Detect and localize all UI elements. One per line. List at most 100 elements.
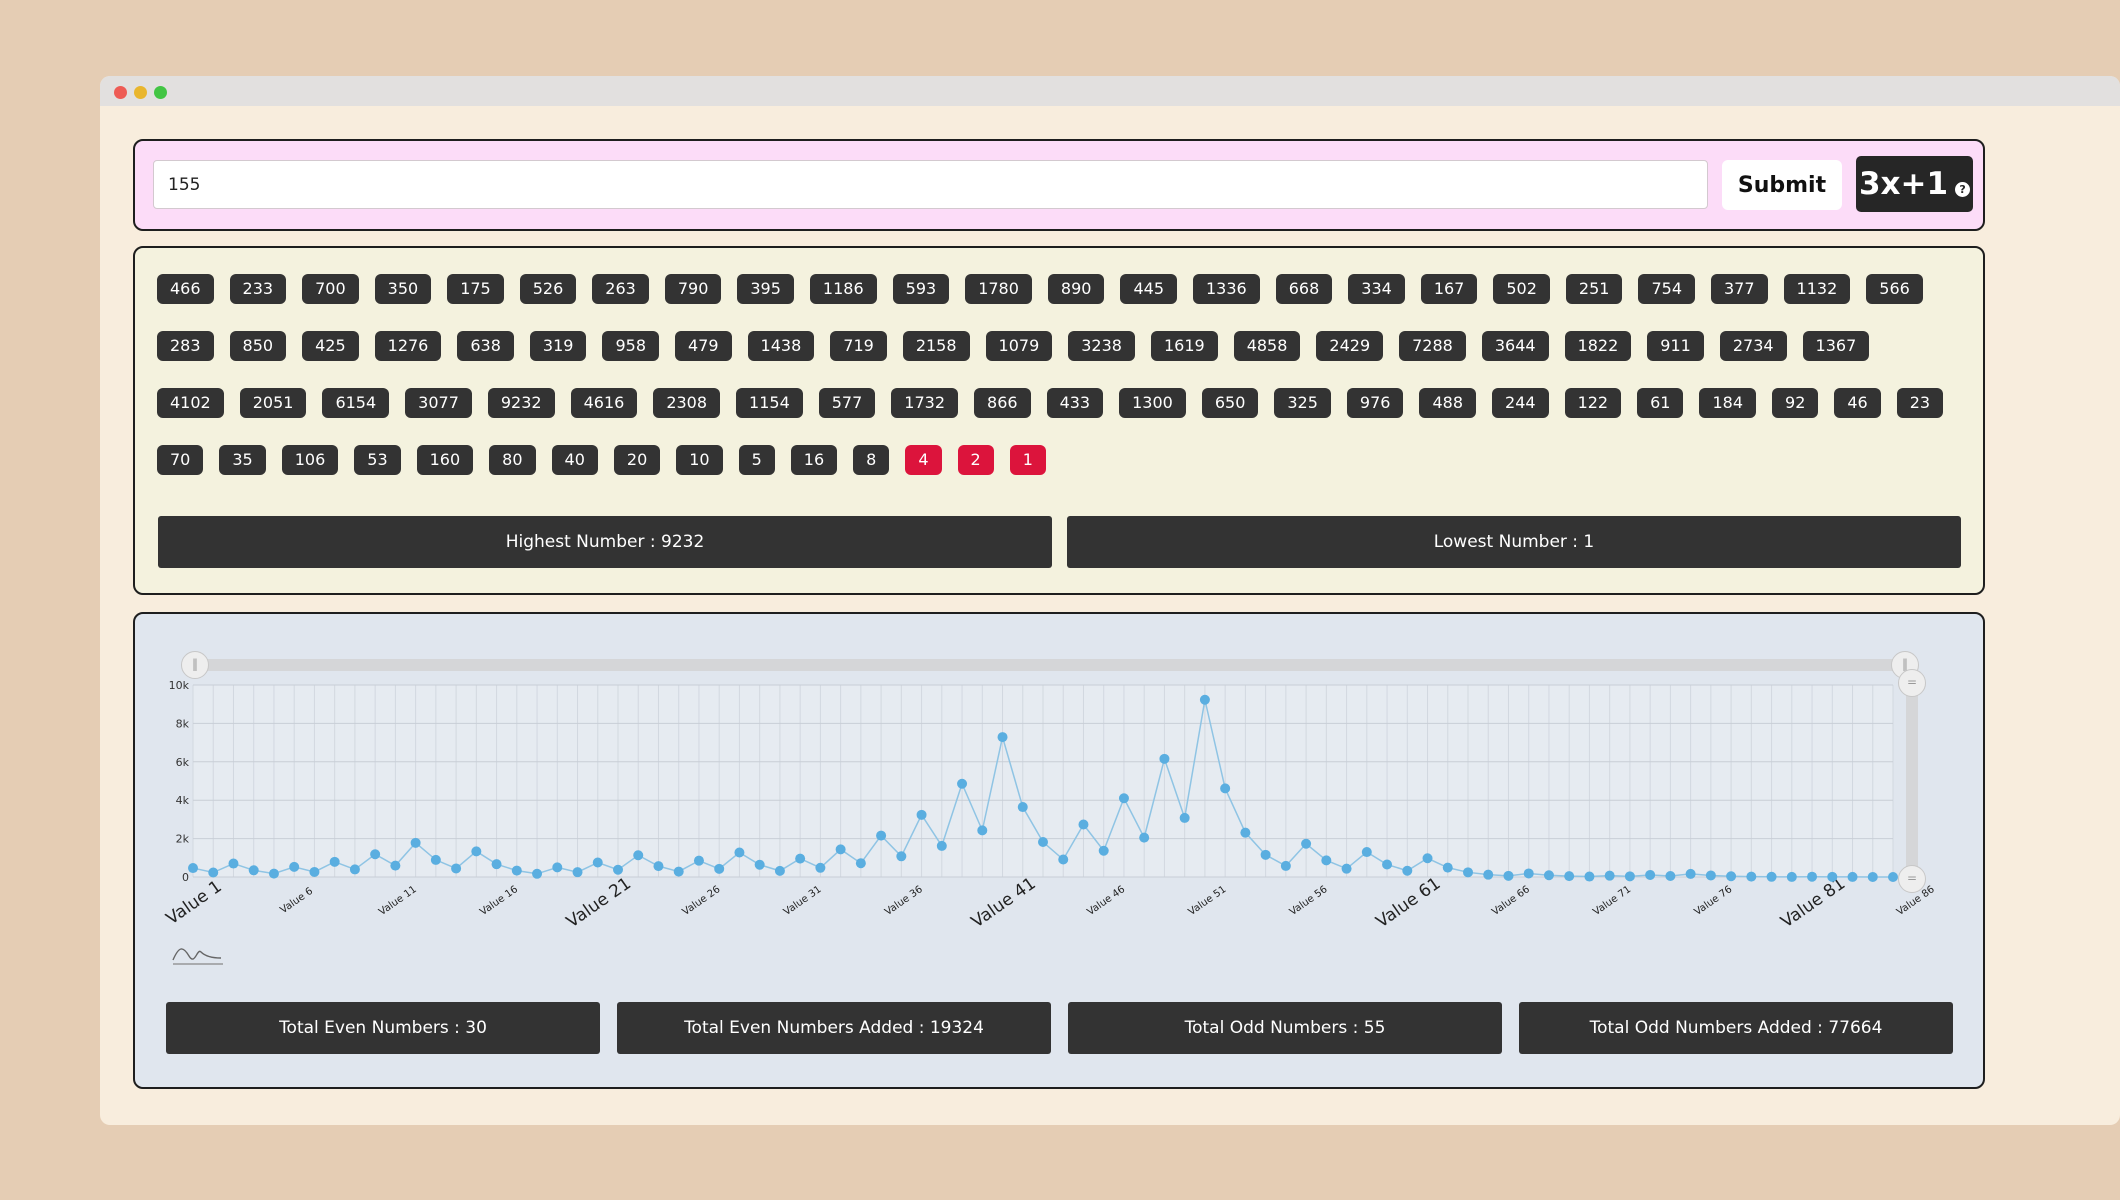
data-point[interactable] [268, 868, 279, 879]
data-point[interactable] [1888, 871, 1898, 882]
data-point[interactable] [653, 861, 664, 872]
data-point[interactable] [1766, 871, 1777, 882]
data-point[interactable] [1058, 854, 1069, 865]
data-point[interactable] [1584, 871, 1595, 882]
data-point[interactable] [633, 850, 644, 861]
data-point[interactable] [977, 825, 988, 836]
data-point[interactable] [815, 862, 826, 873]
data-point[interactable] [896, 851, 907, 862]
maximize-window-dot[interactable] [154, 86, 167, 99]
minimize-window-dot[interactable] [134, 86, 147, 99]
data-point[interactable] [916, 809, 927, 820]
data-point[interactable] [471, 846, 482, 857]
data-point[interactable] [1503, 870, 1514, 881]
sequence-chip: 10 [676, 445, 723, 475]
data-point[interactable] [248, 865, 259, 876]
data-point[interactable] [1786, 871, 1797, 882]
data-point[interactable] [511, 865, 522, 876]
data-point[interactable] [1827, 871, 1838, 882]
data-point[interactable] [1523, 868, 1534, 879]
sequence-chip: 40 [551, 445, 598, 475]
data-point[interactable] [855, 858, 866, 869]
data-point[interactable] [795, 853, 806, 864]
data-point[interactable] [1402, 865, 1413, 876]
data-point[interactable] [1240, 827, 1251, 838]
data-point[interactable] [1665, 870, 1676, 881]
data-point[interactable] [1280, 860, 1291, 871]
data-point[interactable] [1341, 863, 1352, 874]
data-point[interactable] [592, 857, 603, 868]
data-point[interactable] [1139, 832, 1150, 843]
data-point[interactable] [734, 847, 745, 858]
data-point[interactable] [430, 854, 441, 865]
sequence-chip: 80 [489, 445, 536, 475]
data-point[interactable] [835, 844, 846, 855]
close-window-dot[interactable] [114, 86, 127, 99]
data-point[interactable] [876, 830, 887, 841]
data-point[interactable] [188, 863, 198, 874]
data-point[interactable] [1645, 869, 1656, 880]
x-tick-label: Value 1 [163, 877, 226, 929]
data-point[interactable] [289, 861, 300, 872]
data-point[interactable] [1463, 867, 1473, 878]
brand-help-button[interactable]: 3x+1 ? [1856, 156, 1973, 212]
data-point[interactable] [673, 866, 684, 877]
submit-button[interactable]: Submit [1722, 160, 1842, 210]
data-point[interactable] [1847, 871, 1858, 882]
data-point[interactable] [390, 860, 401, 871]
data-point[interactable] [451, 863, 462, 874]
data-point[interactable] [228, 858, 239, 869]
data-point[interactable] [1422, 853, 1433, 864]
data-point[interactable] [532, 868, 543, 879]
help-icon[interactable]: ? [1955, 181, 1971, 197]
data-point[interactable] [1078, 819, 1089, 830]
data-point[interactable] [1260, 849, 1271, 860]
data-point[interactable] [572, 867, 583, 878]
data-point[interactable] [410, 837, 421, 848]
data-point[interactable] [1179, 812, 1190, 823]
data-point[interactable] [1867, 871, 1878, 882]
data-point[interactable] [1199, 694, 1210, 705]
data-point[interactable] [1118, 793, 1129, 804]
data-point[interactable] [491, 859, 502, 870]
number-input[interactable] [153, 160, 1708, 209]
data-point[interactable] [997, 732, 1008, 743]
wave-chart-icon[interactable] [171, 944, 231, 968]
data-point[interactable] [1807, 871, 1818, 882]
data-point[interactable] [936, 840, 947, 851]
data-point[interactable] [349, 864, 360, 875]
data-point[interactable] [1220, 783, 1231, 794]
data-point[interactable] [309, 866, 320, 877]
data-point[interactable] [1685, 868, 1696, 879]
data-point[interactable] [613, 864, 623, 875]
data-point[interactable] [774, 865, 785, 876]
data-point[interactable] [1361, 847, 1372, 858]
data-point[interactable] [1098, 845, 1109, 856]
data-point[interactable] [208, 867, 219, 878]
data-point[interactable] [1726, 871, 1737, 882]
sequence-chip: 958 [602, 331, 659, 361]
data-point[interactable] [370, 849, 381, 860]
data-point[interactable] [329, 856, 340, 867]
data-point[interactable] [1483, 869, 1494, 880]
data-point[interactable] [957, 778, 968, 789]
data-point[interactable] [1382, 859, 1393, 870]
x-tick-label: Value 71 [1591, 884, 1633, 918]
data-point[interactable] [1705, 870, 1716, 881]
data-point[interactable] [552, 862, 563, 873]
data-point[interactable] [714, 863, 725, 874]
x-tick-label: Value 21 [563, 874, 635, 933]
data-point[interactable] [1543, 870, 1554, 881]
data-point[interactable] [1564, 871, 1575, 882]
data-point[interactable] [1038, 837, 1048, 848]
data-point[interactable] [693, 855, 704, 866]
data-point[interactable] [1624, 871, 1635, 882]
data-point[interactable] [1017, 802, 1028, 813]
data-point[interactable] [1301, 838, 1312, 849]
data-point[interactable] [754, 859, 765, 870]
data-point[interactable] [1159, 753, 1170, 764]
data-point[interactable] [1442, 862, 1453, 873]
data-point[interactable] [1321, 855, 1332, 866]
data-point[interactable] [1746, 871, 1757, 882]
data-point[interactable] [1604, 870, 1615, 881]
